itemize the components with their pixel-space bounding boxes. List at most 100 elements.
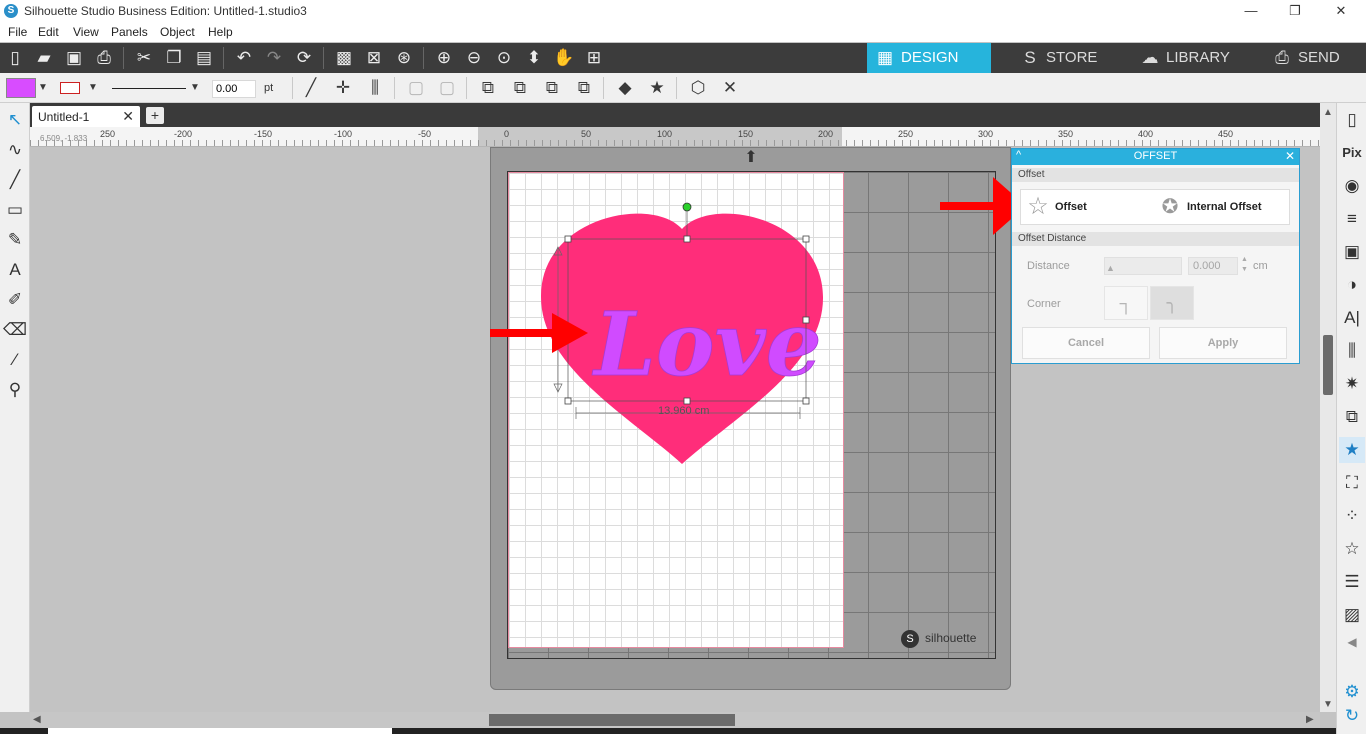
tab-store[interactable]: S STORE bbox=[1012, 43, 1122, 73]
pix-scan-icon[interactable]: Pix bbox=[1339, 140, 1365, 166]
cancel-button[interactable]: Cancel bbox=[1022, 327, 1150, 359]
redo-icon[interactable]: ↷ bbox=[261, 46, 287, 70]
fill-dropdown-icon[interactable]: ▼ bbox=[30, 76, 56, 100]
love-text-design[interactable]: Love bbox=[591, 292, 823, 397]
internal-offset-option[interactable]: ✪ Internal Offset bbox=[1153, 190, 1289, 224]
zoom-select-icon[interactable]: ⊙ bbox=[491, 46, 517, 70]
text-tool-icon[interactable]: A bbox=[2, 257, 28, 283]
tab-send[interactable]: ⎙ SEND bbox=[1264, 43, 1364, 73]
scroll-right-icon[interactable]: ▶ bbox=[1306, 714, 1314, 725]
increment-icon[interactable]: ▲ bbox=[1241, 256, 1248, 263]
close-panel-icon[interactable]: ✕ bbox=[1285, 149, 1295, 163]
apply-button[interactable]: Apply bbox=[1159, 327, 1287, 359]
menu-file[interactable]: File bbox=[8, 25, 27, 39]
texture-icon[interactable]: ▨ bbox=[1339, 602, 1365, 628]
page-setup-icon[interactable]: ▯ bbox=[1339, 107, 1365, 133]
tab-library[interactable]: ☁ LIBRARY bbox=[1132, 43, 1256, 73]
pencil-icon[interactable]: ✎ bbox=[2, 227, 28, 253]
bring-to-front-icon[interactable]: ⧉ bbox=[475, 76, 501, 100]
menu-view[interactable]: View bbox=[73, 25, 99, 39]
zoom-out-icon[interactable]: ⊖ bbox=[461, 46, 487, 70]
line-style-preview[interactable] bbox=[112, 88, 186, 89]
resize-handle[interactable] bbox=[802, 235, 810, 243]
send-backward-icon[interactable]: ⧉ bbox=[571, 76, 597, 100]
horizontal-scrollbar[interactable]: ◀ ▶ bbox=[30, 712, 1320, 728]
decrement-icon[interactable]: ▼ bbox=[1241, 266, 1248, 273]
offset-star-icon[interactable]: ★ bbox=[644, 76, 670, 100]
rotate-handle[interactable] bbox=[682, 202, 692, 212]
edit-points-icon[interactable]: ∿ bbox=[2, 137, 28, 163]
rotate-icon[interactable]: ⟳ bbox=[291, 46, 317, 70]
scroll-down-icon[interactable]: ▼ bbox=[1323, 699, 1333, 710]
resize-handle[interactable] bbox=[802, 316, 810, 324]
line-color-swatch[interactable] bbox=[60, 82, 80, 94]
pan-move-icon[interactable]: ⬍ bbox=[521, 46, 547, 70]
3d-box-icon[interactable]: ⬡ bbox=[685, 76, 711, 100]
transform-panel-icon[interactable]: ✷ bbox=[1339, 371, 1365, 397]
text-style-icon[interactable]: A| bbox=[1339, 305, 1365, 331]
menu-edit[interactable]: Edit bbox=[38, 25, 59, 39]
menu-help[interactable]: Help bbox=[208, 25, 233, 39]
vertical-scroll-thumb[interactable] bbox=[1323, 335, 1333, 395]
ungroup-icon[interactable]: ⊠ bbox=[361, 46, 387, 70]
distance-slider[interactable]: ▲ bbox=[1104, 257, 1182, 275]
rhinestone-icon[interactable]: ⁘ bbox=[1339, 503, 1365, 529]
paste-icon[interactable]: ▤ bbox=[191, 46, 217, 70]
open-icon[interactable]: ▰ bbox=[31, 46, 57, 70]
fit-to-page-icon[interactable]: ⊞ bbox=[581, 46, 607, 70]
collapse-arrow-icon[interactable]: ◀ bbox=[1339, 629, 1365, 655]
tab-design[interactable]: ▦ DESIGN bbox=[867, 43, 991, 73]
line-color-dropdown-icon[interactable]: ▼ bbox=[80, 76, 106, 100]
resize-handle[interactable] bbox=[683, 397, 691, 405]
print-icon[interactable]: ⎙ bbox=[91, 46, 117, 70]
copy-icon[interactable]: ❐ bbox=[161, 46, 187, 70]
move-icon[interactable]: ✛ bbox=[330, 76, 356, 100]
resize-handle[interactable] bbox=[683, 235, 691, 243]
resize-handle[interactable] bbox=[564, 235, 572, 243]
new-document-icon[interactable]: ▯ bbox=[2, 46, 28, 70]
group-icon[interactable]: ▩ bbox=[331, 46, 357, 70]
align-panel-icon[interactable]: ⫼ bbox=[1339, 338, 1365, 364]
eyedropper-icon[interactable]: ⚲ bbox=[2, 377, 28, 403]
close-tab-icon[interactable]: ✕ bbox=[122, 108, 134, 125]
scroll-up-icon[interactable]: ▲ bbox=[1323, 107, 1333, 118]
transform-dim-icon[interactable]: ▢ bbox=[403, 76, 429, 100]
menu-panels[interactable]: Panels bbox=[111, 25, 148, 39]
align-icon[interactable]: ⫼ bbox=[362, 76, 388, 100]
fill-palette-icon[interactable]: ◉ bbox=[1339, 173, 1365, 199]
refresh-icon[interactable]: ↻ bbox=[1339, 703, 1365, 729]
resize-handle[interactable] bbox=[802, 397, 810, 405]
line-width-input[interactable] bbox=[212, 80, 256, 98]
compound-path-icon[interactable]: ⊛ bbox=[391, 46, 417, 70]
eraser-icon[interactable]: ⌫ bbox=[2, 317, 28, 343]
add-tab-button[interactable]: + bbox=[146, 107, 164, 124]
zoom-in-icon[interactable]: ⊕ bbox=[431, 46, 457, 70]
resize-handle[interactable] bbox=[564, 397, 572, 405]
line-style-dropdown-icon[interactable]: ▼ bbox=[182, 76, 208, 100]
send-to-back-icon[interactable]: ⧉ bbox=[507, 76, 533, 100]
line-style-icon[interactable]: ≡ bbox=[1339, 206, 1365, 232]
bring-forward-icon[interactable]: ⧉ bbox=[539, 76, 565, 100]
line-draw-icon[interactable]: ╱ bbox=[2, 167, 28, 193]
minimize-button[interactable]: — bbox=[1228, 0, 1274, 22]
save-icon[interactable]: ▣ bbox=[61, 46, 87, 70]
round-corner-option[interactable]: ╮ bbox=[1150, 286, 1194, 320]
sharp-corner-option[interactable]: ┐ bbox=[1104, 286, 1148, 320]
favorites-star-icon[interactable]: ☆ bbox=[1339, 536, 1365, 562]
scroll-left-icon[interactable]: ◀ bbox=[33, 714, 41, 725]
rectangle-icon[interactable]: ▭ bbox=[2, 197, 28, 223]
close-button[interactable]: ✕ bbox=[1318, 0, 1364, 22]
undo-icon[interactable]: ↶ bbox=[231, 46, 257, 70]
offset-panel-icon[interactable]: ★ bbox=[1339, 437, 1365, 463]
knife-icon[interactable]: ⁄ bbox=[2, 347, 28, 373]
library-panel-icon[interactable]: ☰ bbox=[1339, 569, 1365, 595]
replicate-icon[interactable]: ▣ bbox=[1339, 239, 1365, 265]
vertical-scrollbar[interactable]: ▲ ▼ bbox=[1320, 103, 1336, 712]
delete-icon[interactable]: ✕ bbox=[717, 76, 743, 100]
weld-icon[interactable]: ◆ bbox=[612, 76, 638, 100]
document-tab[interactable]: Untitled-1 ✕ bbox=[32, 106, 140, 127]
settings-gear-icon[interactable]: ⚙ bbox=[1339, 679, 1365, 705]
transform-dim-icon[interactable]: ▢ bbox=[434, 76, 460, 100]
offset-option[interactable]: ☆ Offset bbox=[1021, 190, 1151, 224]
trace-icon[interactable]: ⛶ bbox=[1339, 470, 1365, 496]
